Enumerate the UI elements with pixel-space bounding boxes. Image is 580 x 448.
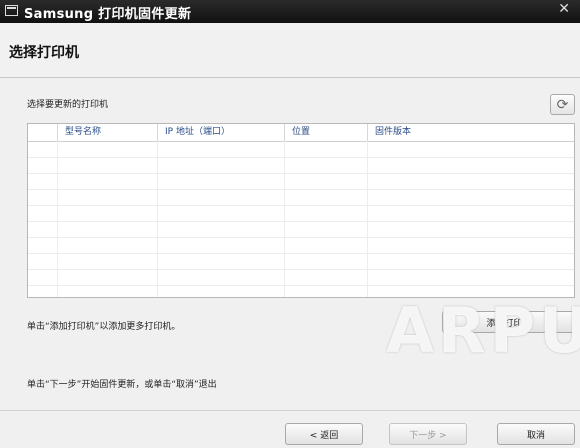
- table-row: [28, 141, 574, 158]
- table-row: [28, 189, 574, 206]
- column-header-model[interactable]: 型号名称: [57, 124, 157, 141]
- refresh-button[interactable]: ⟳: [550, 94, 575, 115]
- main-content: 选择要更新的打印机 ⟳ 型号名称 IP 地址（端口） 位置 固件版本 单击“添加…: [0, 78, 580, 448]
- column-header-location[interactable]: 位置: [284, 124, 367, 141]
- window-icon: [5, 5, 18, 16]
- table-row: [28, 221, 574, 238]
- table-row: [28, 205, 574, 222]
- table-header: 型号名称 IP 地址（端口） 位置 固件版本: [28, 124, 574, 142]
- select-printer-label: 选择要更新的打印机: [27, 100, 109, 110]
- page-title: 选择打印机: [9, 45, 79, 61]
- next-button[interactable]: 下一步 >: [389, 423, 467, 445]
- table-row: [28, 269, 574, 286]
- cancel-button[interactable]: 取消: [497, 423, 575, 445]
- page-header: 选择打印机: [0, 23, 580, 78]
- next-step-hint: 单击“下一步”开始固件更新，或单击“取消”退出: [27, 380, 217, 390]
- refresh-icon: ⟳: [556, 96, 569, 113]
- firmware-update-window: Samsung 打印机固件更新 ✕ 选择打印机 选择要更新的打印机 ⟳ 型号名称…: [0, 0, 580, 448]
- footer-divider: [0, 410, 580, 411]
- add-printer-hint: 单击“添加打印机”以添加更多打印机。: [27, 322, 181, 332]
- close-icon[interactable]: ✕: [558, 1, 570, 17]
- watermark: ARPUN: [386, 294, 580, 367]
- table-row: [28, 157, 574, 174]
- column-header-firmware[interactable]: 固件版本: [367, 124, 574, 141]
- title-bar: Samsung 打印机固件更新 ✕: [0, 0, 580, 23]
- window-title: Samsung 打印机固件更新: [24, 7, 192, 22]
- table-row: [28, 237, 574, 254]
- printer-table[interactable]: 型号名称 IP 地址（端口） 位置 固件版本: [27, 123, 575, 298]
- column-header-ip[interactable]: IP 地址（端口）: [157, 124, 284, 141]
- column-header-select[interactable]: [28, 124, 57, 141]
- table-row: [28, 253, 574, 270]
- table-row: [28, 173, 574, 190]
- back-button[interactable]: < 返回: [285, 423, 363, 445]
